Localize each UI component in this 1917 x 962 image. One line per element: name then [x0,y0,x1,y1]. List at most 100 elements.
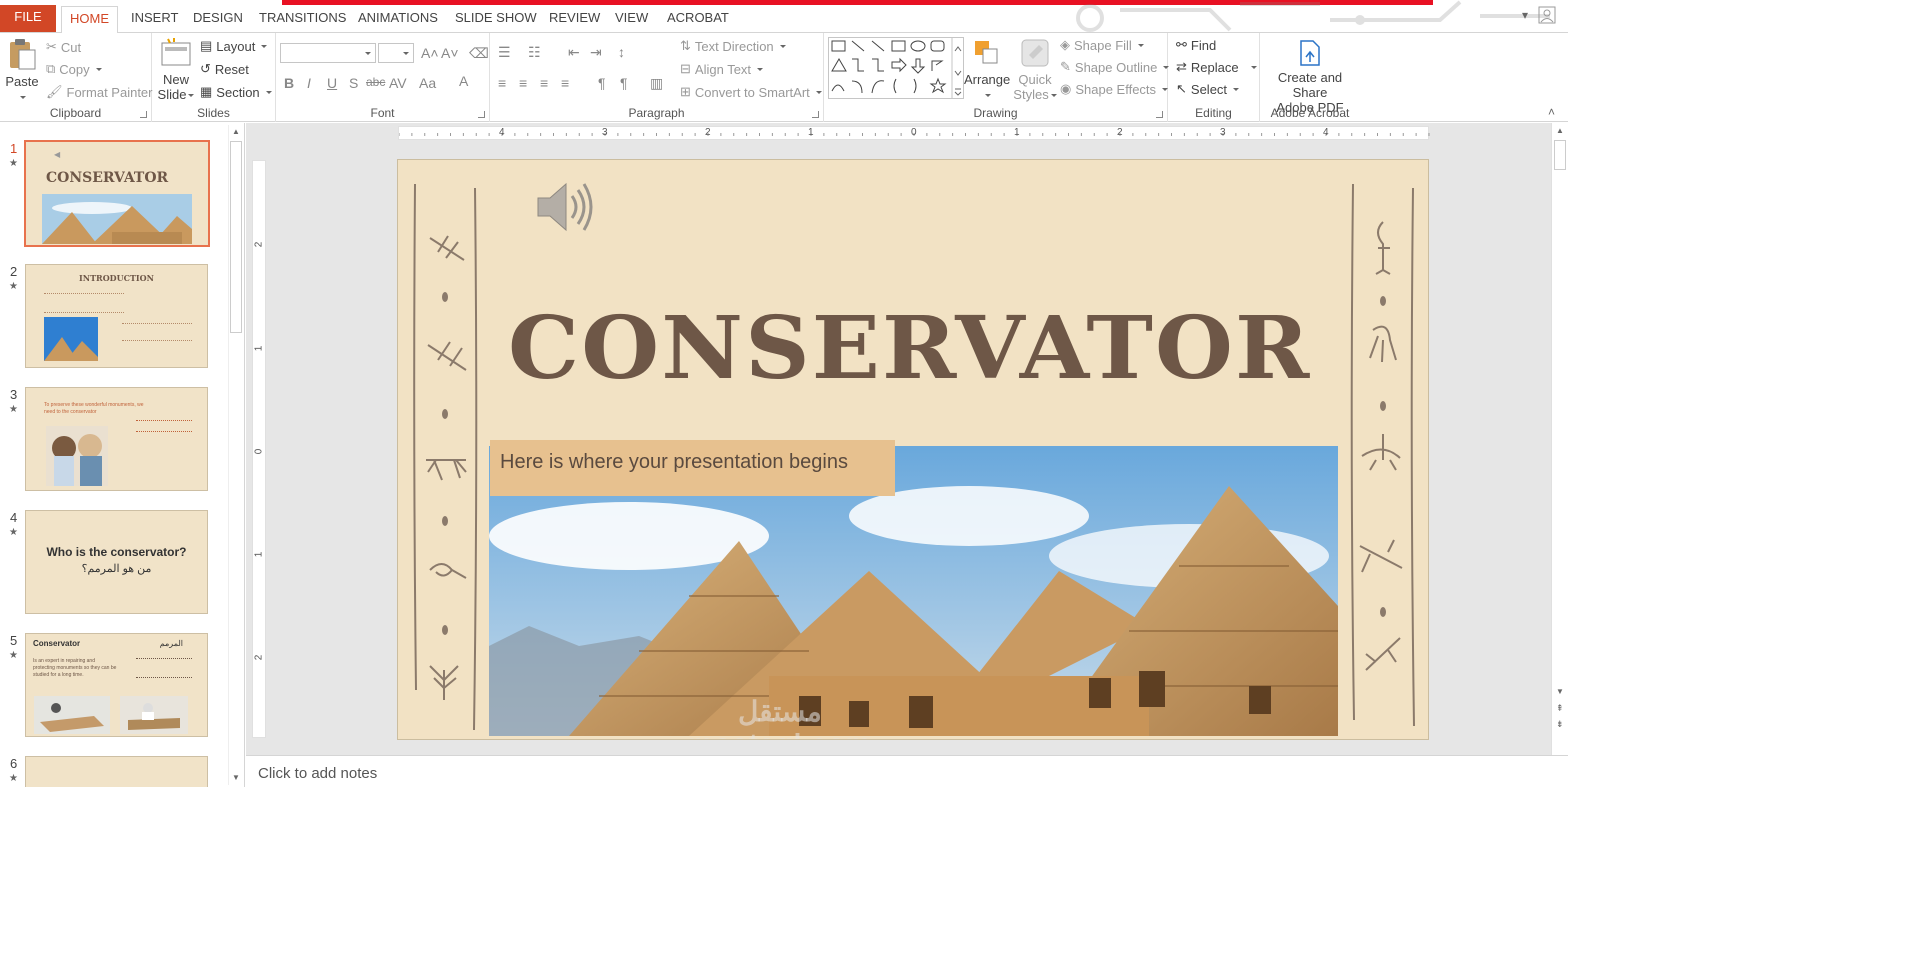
character-spacing-icon[interactable]: AV [389,75,407,91]
tab-design[interactable]: DESIGN [185,6,251,33]
current-slide[interactable]: CONSERVATOR Here is where your presentat… [397,159,1429,740]
slide-thumbnail[interactable]: Conservator المرمم Is an expert in repai… [25,633,208,737]
editor-scrollbar[interactable]: ▲ ▼ ⇞ ⇟ [1551,123,1568,755]
text-direction-button[interactable]: ⇅ Text Direction [680,38,786,54]
thumbnails-scrollbar[interactable]: ▲ ▼ [228,125,243,785]
scrollbar-thumb[interactable] [230,141,242,333]
find-button[interactable]: ⚯ Find [1176,37,1216,53]
thumbnail-row-4[interactable]: 4 ★ Who is the conservator? من هو المرمم… [0,510,230,618]
font-family-combo[interactable] [280,43,376,63]
audio-speaker-icon[interactable] [534,180,594,234]
ribbon-tab-bar: FILE HOME INSERT DESIGN TRANSITIONS ANIM… [0,0,1568,34]
rtl-icon[interactable]: ¶ [620,75,628,91]
slide-thumbnail[interactable]: To preserve these wonderful monuments, w… [25,387,208,491]
thumb-arabic: من هو المرمم؟ [81,563,152,575]
scroll-down-icon[interactable]: ▼ [232,773,240,782]
shapes-gallery[interactable] [828,37,964,99]
ribbon-options-icon[interactable]: ▾ [1522,8,1528,22]
grow-font-icon[interactable]: A˄ [421,45,439,61]
drawing-launcher-icon[interactable] [1156,111,1163,118]
shadow-icon[interactable]: S [349,75,358,91]
font-size-combo[interactable] [378,43,414,63]
next-slide-icon[interactable]: ⇟ [1556,719,1564,730]
quick-styles-button[interactable]: Quick Styles [1012,37,1058,102]
line-spacing-icon[interactable]: ↕ [618,44,625,60]
select-button[interactable]: ↖ Select [1176,81,1240,97]
shape-outline-button[interactable]: ✎ Shape Outline [1060,59,1170,75]
account-icon[interactable] [1538,6,1556,27]
columns-icon[interactable]: ▥ [650,75,663,92]
slide-title[interactable]: CONSERVATOR [508,298,1311,399]
new-slide-button[interactable]: New Slide [156,37,196,102]
bold-icon[interactable]: B [284,75,294,91]
tab-home[interactable]: HOME [61,6,118,34]
align-text-button[interactable]: ⊟ Align Text [680,61,764,77]
slide-subtitle[interactable]: Here is where your presentation begins [500,451,848,474]
replace-button[interactable]: ⇄ Replace [1176,59,1257,75]
font-launcher-icon[interactable] [478,111,485,118]
format-painter-button[interactable]: 🖌 Format Painter [46,84,153,100]
align-right-icon[interactable]: ≡ [540,75,548,91]
align-center-icon[interactable]: ≡ [519,75,527,91]
tab-file[interactable]: FILE [0,5,56,32]
cut-button[interactable]: ✂ Cut [46,39,81,55]
scroll-up-icon[interactable]: ▲ [1556,126,1564,135]
slide-thumbnail[interactable]: INTRODUCTION [25,264,208,368]
brush-icon: 🖌 [46,84,63,99]
italic-icon[interactable]: I [307,75,311,91]
paste-dropdown-icon[interactable] [20,96,26,100]
scrollbar-thumb[interactable] [1554,140,1566,170]
slide-thumbnail[interactable]: CONSERVATOR Here is where your presentat… [24,140,210,247]
create-share-pdf-button[interactable]: Create and Share Adobe PDF [1260,39,1360,115]
ribbon: Paste ✂ Cut ⧉ Copy 🖌 Format Painter Clipboa… [0,33,1568,122]
subtitle-box[interactable]: Here is where your presentation begins [490,440,895,496]
editing-group: ⚯ Find ⇄ Replace ↖ Select Editing [1168,33,1260,122]
scroll-down-icon[interactable]: ▼ [1556,687,1564,696]
thumbnail-row-3[interactable]: 3 ★ To preserve these wonderful monument… [0,387,230,495]
thumbnail-row-1[interactable]: 1 ★ CONSERVATOR Here is where your prese… [0,140,230,249]
font-color-icon[interactable]: A [459,73,468,89]
change-case-icon[interactable]: Aa [419,75,436,91]
tab-review[interactable]: REVIEW [541,6,608,33]
convert-smartart-button[interactable]: ⊞ Convert to SmartArt [680,84,822,100]
tab-view[interactable]: VIEW [607,6,656,33]
shrink-font-icon[interactable]: A˅ [441,45,459,61]
underline-icon[interactable]: U [327,75,337,91]
copy-button[interactable]: ⧉ Copy [46,61,102,77]
tab-acrobat[interactable]: ACROBAT [659,6,737,33]
notes-placeholder[interactable]: Click to add notes [258,765,377,782]
thumbnail-row-6[interactable]: 6 ★ [0,756,230,787]
increase-indent-icon[interactable]: ⇥ [590,44,602,61]
slide-thumbnail[interactable] [25,756,208,787]
shape-effects-button[interactable]: ◉ Shape Effects [1060,81,1169,97]
slide-thumbnail[interactable]: Who is the conservator? من هو المرمم؟ [25,510,208,614]
notes-pane[interactable]: Click to add notes [246,755,1568,787]
thumbnail-row-5[interactable]: 5 ★ Conservator المرمم Is an expert in r… [0,633,230,741]
thumb-title: Conservator [33,639,81,648]
paste-button[interactable]: Paste [4,37,40,104]
paragraph-launcher-icon[interactable] [812,111,819,118]
arrange-button[interactable]: Arrange [964,37,1010,102]
previous-slide-icon[interactable]: ⇞ [1556,703,1564,714]
shape-fill-button[interactable]: ◈ Shape Fill [1060,37,1144,53]
tab-insert[interactable]: INSERT [123,6,186,33]
clipboard-launcher-icon[interactable] [140,111,147,118]
clipboard-group: Paste ✂ Cut ⧉ Copy 🖌 Format Painter Clipboa… [0,33,153,122]
align-left-icon[interactable]: ≡ [498,75,506,91]
tab-transitions[interactable]: TRANSITIONS [251,6,354,33]
reset-button[interactable]: ↺ Reset [200,61,249,77]
numbering-icon[interactable]: ☷ [528,44,541,61]
tab-animations[interactable]: ANIMATIONS [350,6,446,33]
scroll-up-icon[interactable]: ▲ [232,127,240,136]
bullets-icon[interactable]: ☰ [498,44,511,61]
justify-icon[interactable]: ≡ [561,75,569,91]
ltr-icon[interactable]: ¶ [598,75,606,91]
clear-formatting-icon[interactable]: ⌫ [469,45,489,62]
strikethrough-icon[interactable]: abc [366,75,385,89]
tab-slide-show[interactable]: SLIDE SHOW [447,6,545,33]
thumbnail-row-2[interactable]: 2 ★ INTRODUCTION [0,264,230,372]
section-button[interactable]: ▦ Section [200,84,272,100]
collapse-ribbon-icon[interactable]: ˄ [1548,105,1555,119]
decrease-indent-icon[interactable]: ⇤ [568,44,580,61]
layout-button[interactable]: ▤ Layout [200,38,268,54]
